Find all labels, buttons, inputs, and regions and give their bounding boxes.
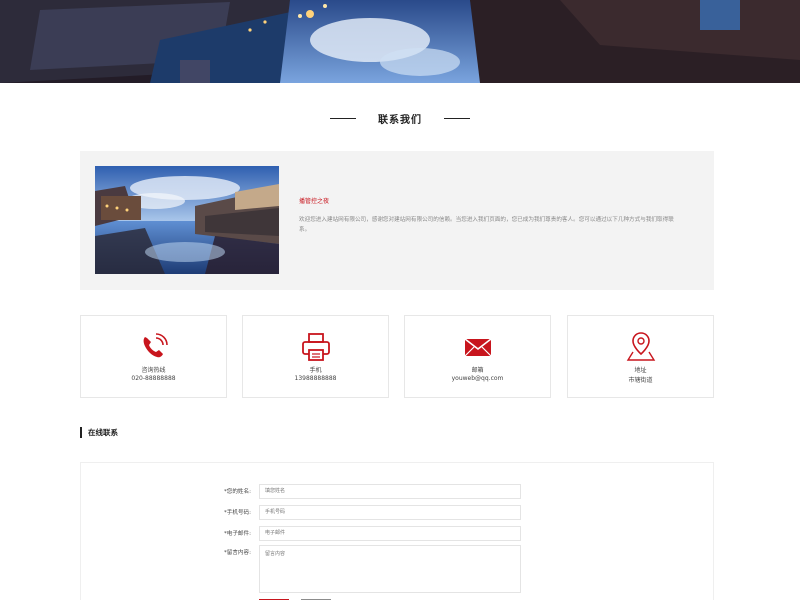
card-label: 咨询热线: [141, 367, 166, 374]
printer-icon: [301, 333, 330, 361]
form-row-message: *留言内容:: [211, 545, 521, 595]
intro-heading: 播管控之夜: [299, 198, 330, 205]
map-pin-icon: [626, 332, 655, 361]
section-title: 联系我们: [0, 108, 800, 128]
card-label: 邮箱: [471, 367, 484, 374]
name-label: *您的姓名:: [223, 489, 251, 495]
card-value: youweb@qq.com: [451, 375, 504, 382]
card-address: 地址 市辖街道: [567, 315, 714, 398]
card-value: 020-88888888: [131, 375, 176, 382]
card-mobile: 手机 13988888888: [242, 315, 389, 398]
online-contact-heading: 在线联系: [80, 427, 118, 438]
phone-label: *手机号码:: [223, 510, 251, 516]
card-label: 地址: [634, 367, 647, 374]
card-value: 13988888888: [294, 375, 337, 382]
form-row-email: *电子邮件:: [211, 525, 521, 541]
phone-icon: [143, 333, 168, 358]
form-row-name: *您的姓名:: [211, 483, 521, 499]
email-input[interactable]: [259, 525, 521, 541]
intro-body: 欢迎您进入建站网有限公司，感谢您对建站网有限公司的信赖。当您进入我们页面的，您已…: [299, 217, 674, 233]
contact-cards: 咨询热线 020-88888888 手机 13988888888 邮箱 youw…: [80, 315, 714, 398]
phone-input[interactable]: [259, 504, 521, 520]
contact-form: *您的姓名: *手机号码: *电子邮件: *留言内容:: [80, 462, 714, 600]
message-label: *留言内容:: [223, 550, 251, 556]
message-textarea[interactable]: [259, 545, 521, 593]
hero-banner-image: [0, 0, 800, 83]
intro-photo: [95, 166, 279, 274]
mail-icon: [464, 338, 491, 357]
hero-banner: [0, 0, 800, 83]
email-label: *电子邮件:: [223, 531, 251, 537]
name-input[interactable]: [259, 483, 521, 499]
title-rule-left: [330, 117, 356, 119]
card-label: 手机: [309, 367, 322, 374]
card-value: 市辖街道: [628, 377, 653, 384]
page-title: 联系我们: [378, 114, 422, 126]
card-phone: 咨询热线 020-88888888: [80, 315, 227, 398]
intro-panel: 播管控之夜 欢迎您进入建站网有限公司，感谢您对建站网有限公司的信赖。当您进入我们…: [80, 151, 714, 290]
form-row-phone: *手机号码:: [211, 504, 521, 520]
card-email: 邮箱 youweb@qq.com: [404, 315, 551, 398]
title-rule-right: [444, 117, 470, 119]
